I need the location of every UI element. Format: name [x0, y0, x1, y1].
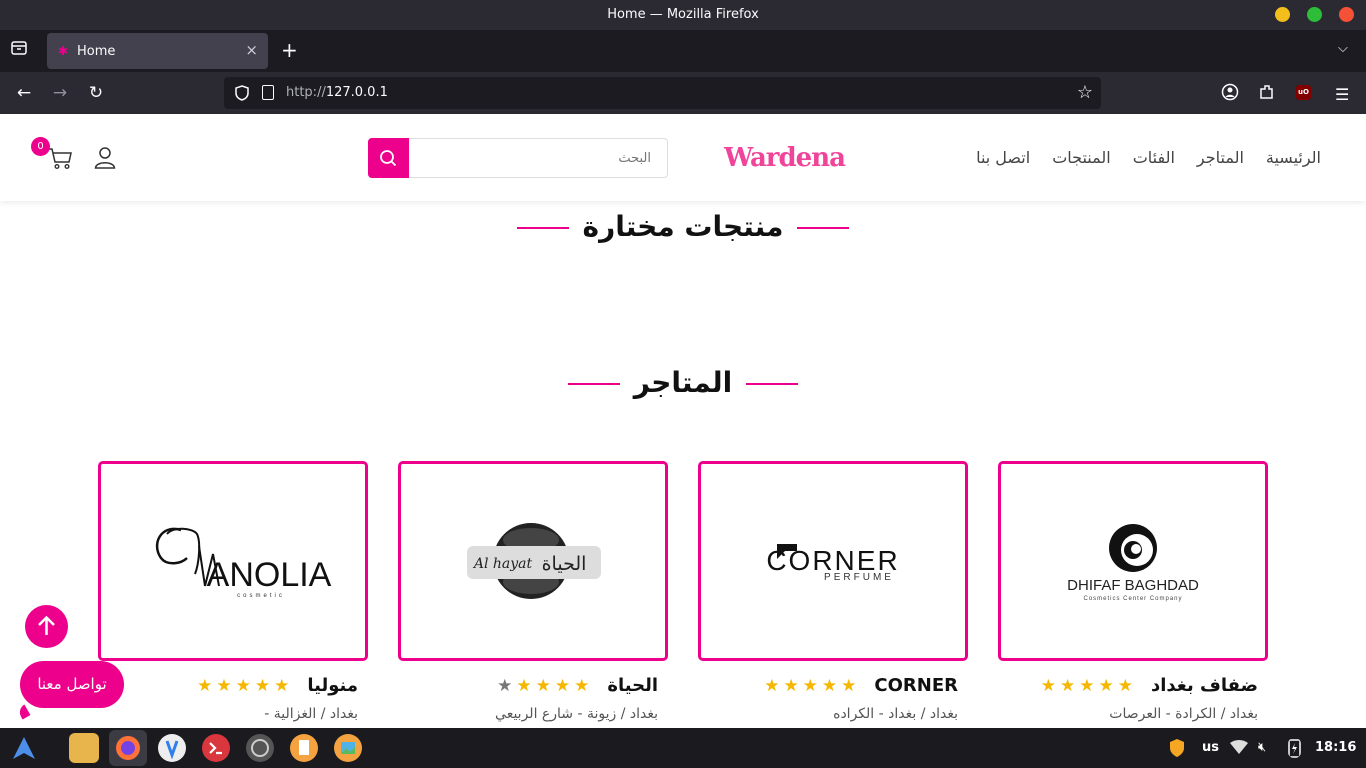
- store-name[interactable]: CORNER: [874, 675, 958, 696]
- site-header: الرئيسية المتاجر الفئات المنتجات اتصل بن…: [0, 114, 1366, 201]
- user-icon[interactable]: [94, 146, 116, 170]
- tab-label: Home: [77, 44, 116, 59]
- account-icon[interactable]: [1220, 82, 1240, 102]
- tab-home[interactable]: ✱ Home ×: [47, 33, 268, 69]
- wifi-icon[interactable]: [1229, 739, 1249, 755]
- store-card-dhifaf[interactable]: DHIFAF BAGHDAD Cosmetics Center Company: [998, 461, 1268, 661]
- obs-icon[interactable]: [245, 733, 275, 763]
- arch-menu-icon[interactable]: [9, 733, 39, 763]
- nav-toolbar: ← → ↻ http://127.0.0.1 ☆: [0, 72, 1366, 114]
- back-icon[interactable]: ←: [13, 82, 35, 104]
- main-nav: الرئيسية المتاجر الفئات المنتجات اتصل بن…: [976, 148, 1321, 167]
- store-name[interactable]: ضفاف بغداد: [1151, 675, 1258, 696]
- featured-products-heading: منتجات مختارة: [0, 210, 1366, 243]
- decorative-shape: [16, 704, 31, 720]
- new-tab-icon[interactable]: +: [281, 38, 298, 62]
- window-title: Home — Mozilla Firefox: [607, 7, 759, 22]
- store-title: الحياة ★★★★★: [388, 675, 658, 696]
- nav-products[interactable]: المنتجات: [1052, 148, 1111, 167]
- nav-home[interactable]: الرئيسية: [1266, 148, 1321, 167]
- store-logo: DHIFAF BAGHDAD Cosmetics Center Company: [1067, 524, 1199, 602]
- svg-text:ANOLIA: ANOLIA: [207, 556, 332, 594]
- files-icon[interactable]: [69, 733, 99, 763]
- cart-icon[interactable]: [47, 146, 73, 170]
- rating-stars: ★★★★★: [764, 676, 861, 696]
- rating-stars: ★★★★★: [1040, 676, 1137, 696]
- scroll-top-button[interactable]: [25, 605, 68, 648]
- svg-text:Cosmetics Center Company: Cosmetics Center Company: [1083, 596, 1182, 602]
- volume-muted-icon[interactable]: 🔇︎: [1258, 740, 1266, 755]
- store-logo: CORNER PERFUME: [766, 544, 898, 583]
- battery-icon[interactable]: [1288, 738, 1301, 758]
- document-viewer-icon[interactable]: [289, 733, 319, 763]
- store-logo: Al hayat الحياة: [467, 523, 601, 599]
- site-logo[interactable]: Wardena: [724, 143, 846, 173]
- svg-text:الحياة: الحياة: [542, 553, 587, 575]
- store-card-alhayat[interactable]: Al hayat الحياة: [398, 461, 668, 661]
- heading-line: [746, 383, 799, 385]
- svg-text:DHIFAF BAGHDAD: DHIFAF BAGHDAD: [1067, 577, 1199, 594]
- rating-stars: ★★★★★: [197, 676, 294, 696]
- search-icon: [380, 150, 397, 167]
- arrow-up-icon: [38, 615, 55, 635]
- security-shield-icon[interactable]: [1168, 738, 1186, 758]
- nav-stores[interactable]: المتاجر: [1197, 148, 1244, 167]
- store-card-manolia[interactable]: ANOLIA cosmetic: [98, 461, 368, 661]
- store-card-corner[interactable]: CORNER PERFUME: [698, 461, 968, 661]
- store-location: بغداد / الكرادة - العرصات: [1109, 706, 1258, 722]
- list-all-tabs-icon[interactable]: ⌵: [1338, 41, 1348, 56]
- page-info-icon[interactable]: [262, 85, 274, 100]
- terminal-icon[interactable]: [201, 733, 231, 763]
- nav-contact[interactable]: اتصل بنا: [976, 148, 1030, 167]
- store-title: منوليا ★★★★★: [88, 675, 358, 696]
- contact-us-button[interactable]: تواصل معنا: [20, 661, 124, 708]
- svg-text:cosmetic: cosmetic: [237, 593, 285, 599]
- menu-icon[interactable]: ☰: [1335, 85, 1349, 104]
- forward-icon[interactable]: →: [49, 82, 71, 104]
- url-bar[interactable]: http://127.0.0.1 ☆: [224, 77, 1101, 109]
- store-logo: ANOLIA cosmetic: [155, 527, 332, 599]
- search-input[interactable]: [409, 139, 667, 177]
- extensions-icon[interactable]: [1257, 82, 1277, 102]
- minimize-button[interactable]: [1275, 7, 1290, 22]
- svg-text:PERFUME: PERFUME: [824, 572, 894, 583]
- favicon-icon: ✱: [58, 44, 69, 58]
- taskbar: us 🔇︎ 18:16: [0, 728, 1366, 768]
- window-titlebar: Home — Mozilla Firefox: [0, 0, 1366, 30]
- shield-icon[interactable]: [234, 85, 250, 101]
- store-name[interactable]: الحياة: [607, 675, 658, 696]
- keyboard-layout[interactable]: us: [1202, 740, 1219, 755]
- store-location: بغداد / الغزالية -: [264, 706, 358, 722]
- store-title: ضفاف بغداد ★★★★★: [988, 675, 1258, 696]
- heading-line: [797, 227, 850, 229]
- heading-line: [567, 383, 620, 385]
- nav-categories[interactable]: الفئات: [1133, 148, 1175, 167]
- maximize-button[interactable]: [1307, 7, 1322, 22]
- bookmark-star-icon[interactable]: ☆: [1077, 82, 1093, 103]
- firefox-view-icon[interactable]: [11, 41, 27, 55]
- store-location: بغداد / بغداد - الكراده: [833, 706, 958, 722]
- stores-heading: المتاجر: [0, 366, 1366, 399]
- image-viewer-icon[interactable]: [333, 733, 363, 763]
- reload-icon[interactable]: ↻: [85, 82, 107, 104]
- store-name[interactable]: منوليا: [307, 675, 358, 696]
- cart-count-badge: 0: [31, 137, 50, 156]
- heading-line: [516, 227, 569, 229]
- firefox-icon[interactable]: [113, 733, 143, 763]
- vscodium-icon[interactable]: [157, 733, 187, 763]
- close-tab-icon[interactable]: ×: [245, 41, 258, 59]
- search-box: [368, 138, 668, 178]
- ublock-icon[interactable]: uO: [1296, 85, 1311, 100]
- svg-text:Al hayat: Al hayat: [472, 556, 533, 572]
- rating-stars: ★★★★★: [497, 676, 594, 696]
- search-button[interactable]: [368, 138, 409, 178]
- store-title: CORNER ★★★★★: [688, 675, 958, 696]
- url-text[interactable]: http://127.0.0.1: [286, 85, 388, 100]
- tab-bar: ✱ Home ×: [0, 30, 1366, 72]
- close-window-button[interactable]: [1339, 7, 1354, 22]
- clock: 18:16: [1315, 740, 1357, 755]
- store-location: بغداد / زيونة - شارع الربيعي: [495, 706, 658, 722]
